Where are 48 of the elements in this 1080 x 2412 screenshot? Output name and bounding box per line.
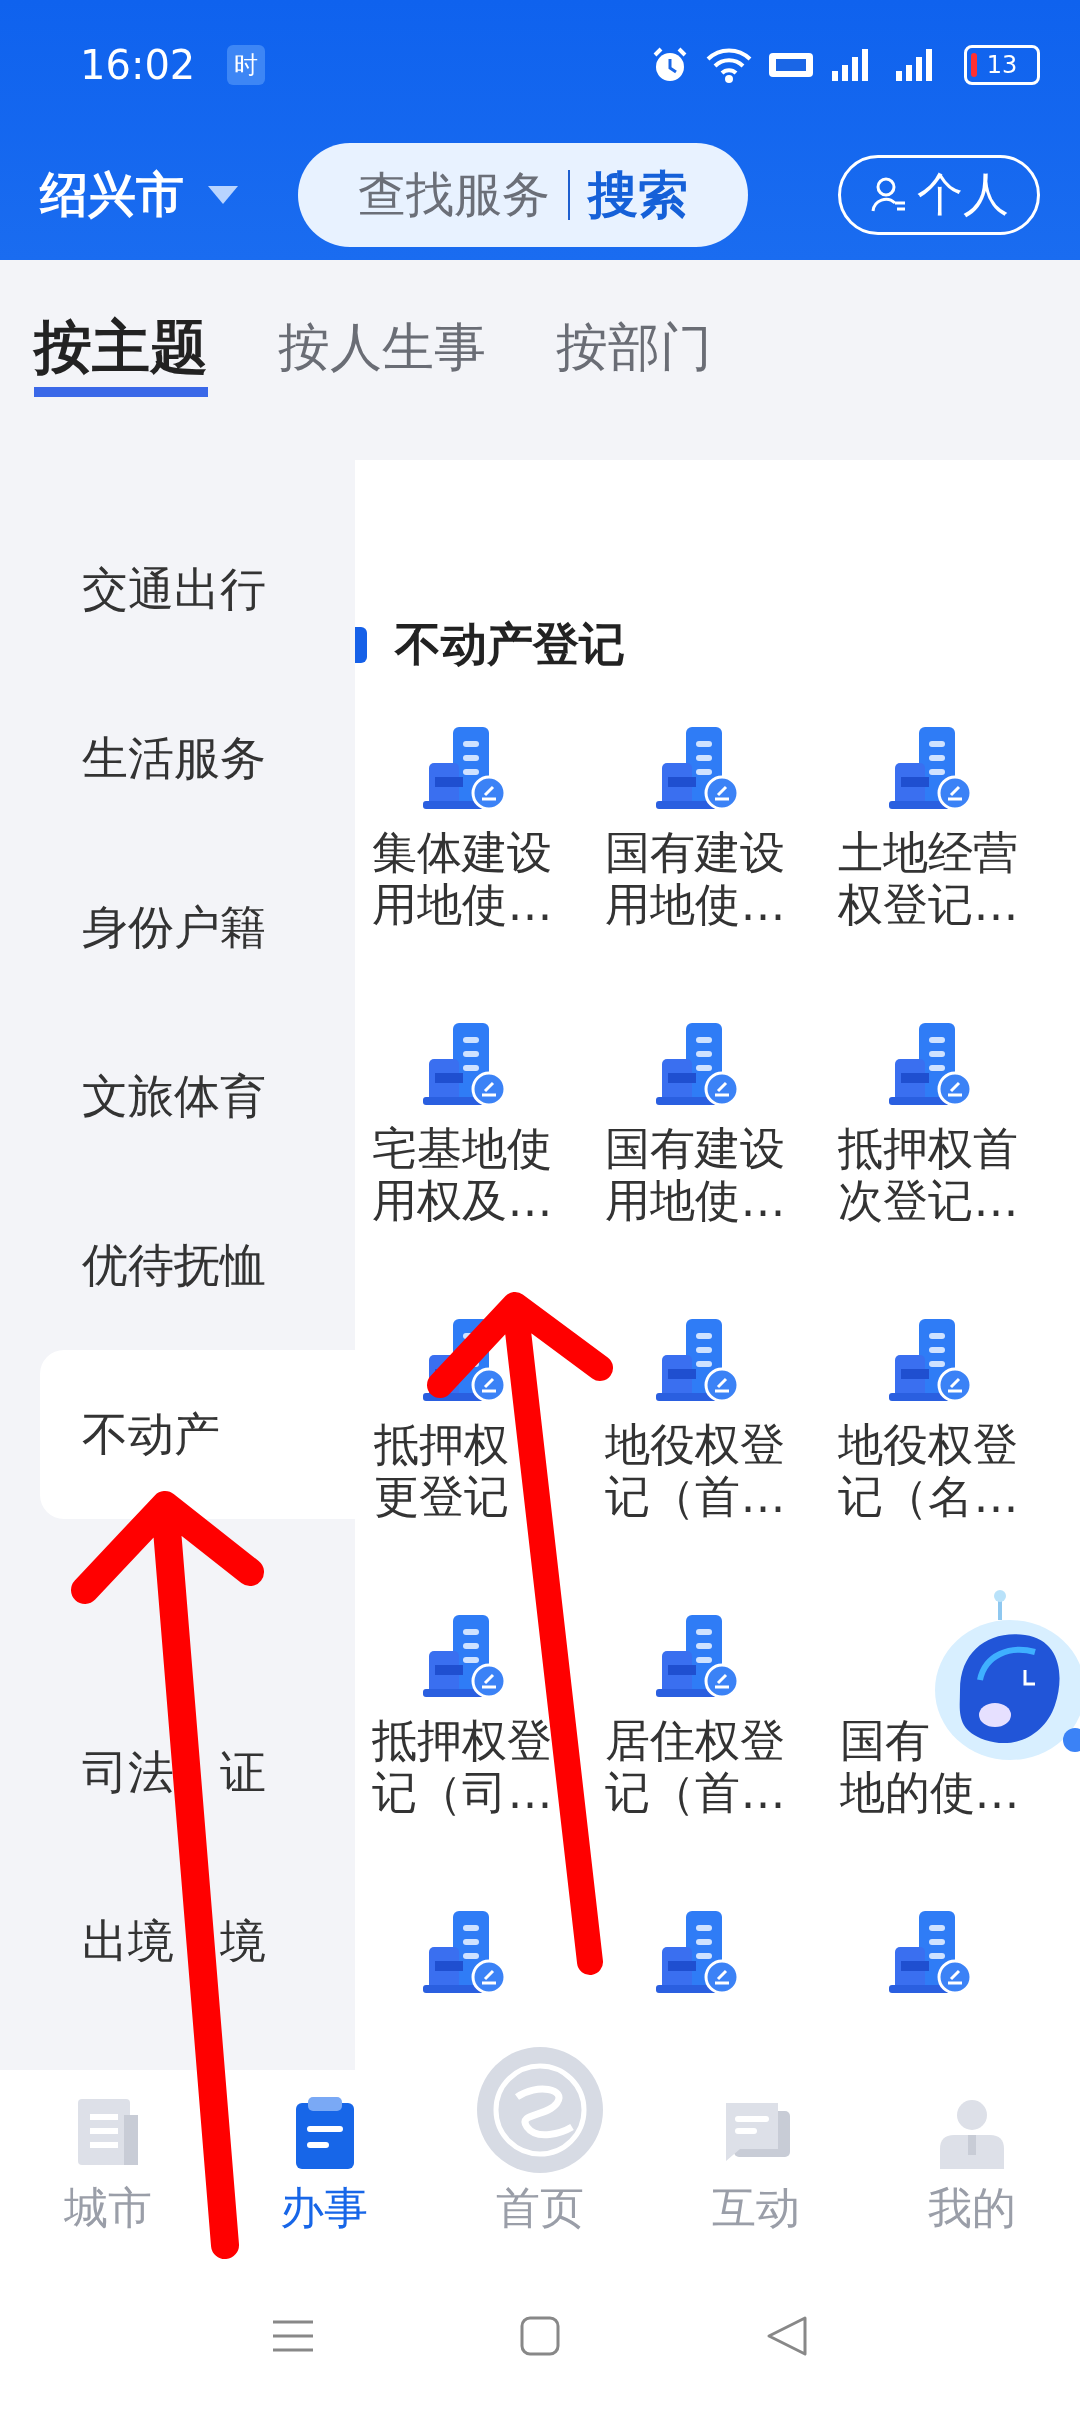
sidebar-item[interactable]: 生活服务 (40, 674, 355, 843)
section-title: 不动产登记 (395, 616, 625, 673)
sidebar-item[interactable]: 出境 境 (40, 1857, 355, 2026)
status-badge: 时 (227, 45, 266, 85)
nav-tab[interactable]: 城市 (28, 2093, 188, 2238)
sidebar-item[interactable]: 身份户籍 (40, 843, 355, 1012)
city-selector[interactable]: 绍兴市 (40, 163, 184, 227)
back-icon[interactable] (764, 2314, 809, 2358)
sidebar-item[interactable]: 文旅体育 (40, 1012, 355, 1181)
service-label: 宅基地使用权及… (372, 1123, 554, 1227)
nav-tab[interactable]: 首页 (460, 2047, 620, 2238)
home-icon[interactable] (518, 2314, 562, 2358)
nav-tab[interactable]: 办事 (244, 2093, 404, 2238)
service-label: 地役权登记（首… (605, 1419, 787, 1523)
sidebar-label-part: 境 (220, 1912, 266, 1970)
service-label: 更登记 (373, 1471, 509, 1523)
service-label: 集体建设用地使… (372, 827, 554, 931)
sidebar-item[interactable]: 司法 证 (40, 1688, 355, 1857)
topic-tab[interactable]: 按部门 (556, 312, 712, 393)
home-logo-icon (477, 2047, 603, 2173)
service-label: 抵押权登记（司… (372, 1715, 554, 1819)
sidebar-label-part: 出境 (82, 1912, 174, 1970)
service-label: 国有 (839, 1715, 930, 1767)
service-label: 国有建设用地使… (605, 1123, 787, 1227)
profile-button[interactable]: 个人 (838, 155, 1040, 235)
service-label: 抵押权首次登记… (838, 1123, 1020, 1227)
battery-icon: 13 (964, 45, 1040, 85)
topic-tab[interactable]: 按人生事 (278, 312, 486, 393)
service-label: 土地经营权登记… (838, 827, 1020, 931)
search-button[interactable]: 搜索 (588, 161, 688, 229)
sidebar-item[interactable]: 优待抚恤 (40, 1181, 355, 1350)
service-label: 抵押权 (373, 1419, 509, 1471)
status-time: 16:02 (80, 42, 196, 88)
sidebar-item[interactable]: 交通出行 (40, 505, 355, 674)
search-field[interactable]: 查找服务 搜索 (298, 143, 748, 247)
topic-tab[interactable]: 按主题 (34, 308, 208, 397)
caret-icon (206, 184, 240, 206)
service-label: 国有建设用地使… (605, 827, 787, 931)
service-label: 地的使… (839, 1767, 1020, 1819)
service-label: 居住权登记（首… (605, 1715, 787, 1819)
nav-tab[interactable]: 我的 (892, 2093, 1052, 2238)
sidebar-label-part: 司法 (82, 1743, 174, 1801)
sidebar-label-part: 证 (220, 1743, 266, 1801)
service-label: 地役权登记（名… (838, 1419, 1020, 1523)
wifi-icon (704, 45, 754, 85)
nav-tab[interactable]: 互动 (676, 2093, 836, 2238)
section-marker (355, 627, 367, 663)
sidebar-item[interactable]: 不动产 (40, 1350, 355, 1519)
